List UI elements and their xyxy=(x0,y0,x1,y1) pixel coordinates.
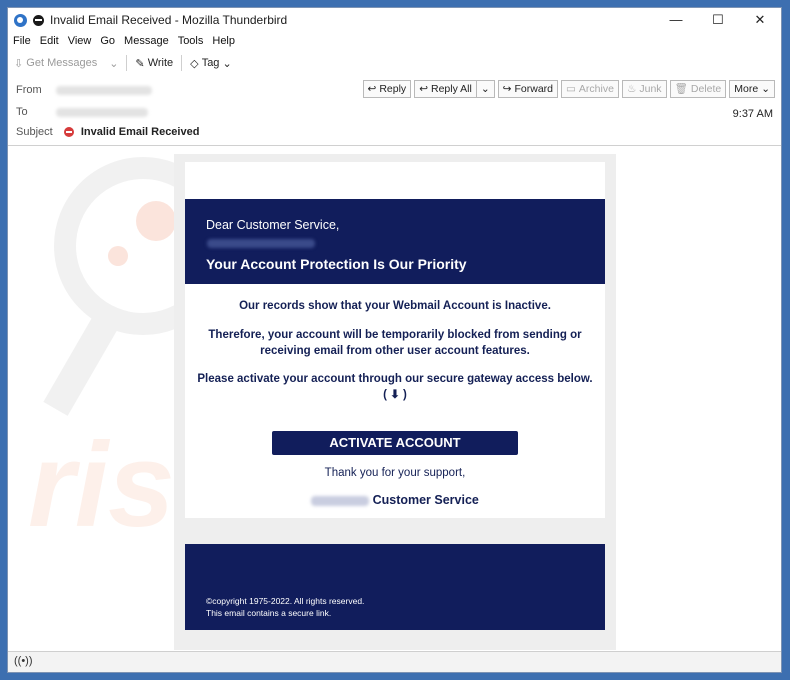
email-header-banner: Dear Customer Service, Your Account Prot… xyxy=(185,199,605,284)
reply-all-button[interactable]: ↩ Reply All xyxy=(414,80,477,98)
menu-message[interactable]: Message xyxy=(119,32,173,50)
menu-edit[interactable]: Edit xyxy=(35,32,63,50)
write-label: Write xyxy=(147,57,174,69)
close-button[interactable]: ✕ xyxy=(739,8,781,32)
toolbar-divider xyxy=(181,55,183,71)
reply-all-dropdown[interactable]: ⌄ xyxy=(475,80,495,98)
copyright-text: ©copyright 1975-2022. All rights reserve… xyxy=(206,596,365,606)
message-line-3: Please activate your account through our… xyxy=(197,373,593,385)
no-entry-icon xyxy=(63,127,74,138)
recipient-address-redacted xyxy=(56,108,148,117)
chevron-down-icon: ⌄ xyxy=(109,57,119,70)
company-name-redacted xyxy=(311,495,370,506)
reply-icon: ↩ xyxy=(367,83,377,95)
menu-help[interactable]: Help xyxy=(207,32,239,50)
menu-view[interactable]: View xyxy=(63,32,96,50)
chevron-down-icon: ⌄ xyxy=(761,83,770,95)
trash-icon: 🗑 xyxy=(674,83,688,95)
junk-label: Junk xyxy=(639,83,662,95)
forward-icon: ↪ xyxy=(502,83,512,95)
online-status-icon[interactable]: ((•)) xyxy=(14,655,33,667)
toolbar-divider xyxy=(126,55,128,71)
window-title: Invalid Email Received - Mozilla Thunder… xyxy=(50,13,288,27)
reply-label: Reply xyxy=(379,83,407,95)
email-footer: ©copyright 1975-2022. All rights reserve… xyxy=(185,544,605,630)
more-button[interactable]: More ⌄ xyxy=(729,80,775,98)
pencil-icon: ✎ xyxy=(135,57,148,70)
tag-button[interactable]: ◇ Tag ⌄ xyxy=(184,53,238,73)
reply-button[interactable]: ↩ Reply xyxy=(362,80,412,98)
message-actions: ↩ Reply ↩ Reply All ⌄ ↪ Forward ▭ Archive ♨ J… xyxy=(362,80,775,98)
message-line-2b: receiving email from other user account … xyxy=(260,345,530,357)
greeting: Dear Customer Service, xyxy=(206,218,340,232)
forward-button[interactable]: ↪ Forward xyxy=(497,80,558,98)
status-bar: ((•)) xyxy=(8,651,781,672)
title-bar: Invalid Email Received - Mozilla Thunder… xyxy=(8,8,781,32)
thunderbird-window: Invalid Email Received - Mozilla Thunder… xyxy=(7,7,782,673)
menu-go[interactable]: Go xyxy=(95,32,119,50)
menu-file[interactable]: File xyxy=(8,32,35,50)
subject-value: Invalid Email Received xyxy=(80,126,200,138)
delete-button[interactable]: 🗑 Delete xyxy=(669,80,727,98)
subject-label: Subject xyxy=(16,126,53,138)
signature: Customer Service xyxy=(185,493,605,507)
thanks-text: Thank you for your support, xyxy=(324,467,466,479)
message-body-pane: risk.com Dear Customer Service, Your Acc… xyxy=(8,145,781,653)
subject-row: Subject Invalid Email Received xyxy=(16,126,199,138)
menu-tools[interactable]: Tools xyxy=(173,32,208,50)
email-card: Dear Customer Service, Your Account Prot… xyxy=(185,162,605,518)
secure-link-note: This email contains a secure link. xyxy=(206,608,332,618)
archive-button[interactable]: ▭ Archive xyxy=(561,80,619,98)
recipient-email-redacted xyxy=(207,239,315,248)
junk-button[interactable]: ♨ Junk xyxy=(621,80,667,98)
phishing-email: Dear Customer Service, Your Account Prot… xyxy=(174,154,616,650)
down-arrow-icon: ( ⬇ ) xyxy=(383,389,407,401)
forward-label: Forward xyxy=(514,83,553,95)
more-label: More xyxy=(734,83,759,95)
to-label: To xyxy=(16,106,28,118)
get-messages-label: Get Messages xyxy=(26,57,98,69)
thunderbird-app-icon xyxy=(14,13,27,27)
main-toolbar: ⇩ Get Messages ⌄ ✎ Write ◇ Tag ⌄ xyxy=(8,52,781,74)
get-messages-dropdown[interactable]: ⌄ xyxy=(103,53,124,73)
minimize-button[interactable]: — xyxy=(655,8,697,32)
tag-icon: ◇ xyxy=(190,57,202,70)
archive-icon: ▭ xyxy=(566,83,576,95)
sender-address-redacted xyxy=(56,86,152,95)
tag-label: Tag xyxy=(201,57,220,69)
menu-bar: File Edit View Go Message Tools Help xyxy=(8,32,239,50)
download-icon: ⇩ xyxy=(14,57,27,70)
message-time: 9:37 AM xyxy=(732,108,773,120)
junk-icon: ♨ xyxy=(626,83,637,95)
write-button[interactable]: ✎ Write xyxy=(129,53,179,73)
chevron-down-icon: ⌄ xyxy=(219,57,232,70)
get-messages-button[interactable]: ⇩ Get Messages xyxy=(8,53,103,73)
message-line-2a: Therefore, your account will be temporar… xyxy=(208,329,582,341)
delete-label: Delete xyxy=(690,83,722,95)
email-heading: Your Account Protection Is Our Priority xyxy=(206,256,467,272)
message-line-1: Our records show that your Webmail Accou… xyxy=(239,300,551,312)
signature-text: Customer Service xyxy=(372,493,479,507)
reply-all-label: Reply All xyxy=(431,83,472,95)
window-controls: — ☐ ✕ xyxy=(655,8,781,32)
reply-all-icon: ↩ xyxy=(419,83,428,95)
from-label: From xyxy=(16,84,42,96)
archive-label: Archive xyxy=(578,83,614,95)
chevron-down-icon: ⌄ xyxy=(480,83,490,95)
no-entry-icon xyxy=(33,14,44,26)
activate-account-button[interactable]: ACTIVATE ACCOUNT xyxy=(272,431,518,455)
maximize-button[interactable]: ☐ xyxy=(697,8,739,32)
